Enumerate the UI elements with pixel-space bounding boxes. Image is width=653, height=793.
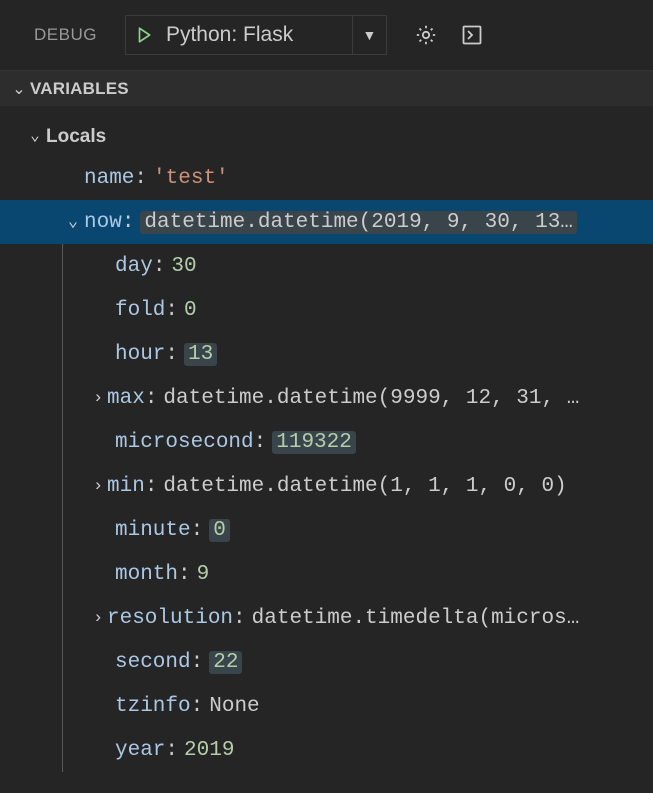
gear-icon[interactable]	[411, 20, 441, 50]
var-key: fold	[115, 300, 165, 321]
var-key: microsecond	[115, 432, 254, 453]
var-value: None	[209, 696, 259, 717]
var-value: 22	[209, 651, 242, 674]
var-key: day	[115, 256, 153, 277]
var-key: minute	[115, 520, 191, 541]
var-key: tzinfo	[115, 696, 191, 717]
var-value: datetime.datetime(9999, 12, 31, …	[163, 388, 579, 409]
var-value: 13	[184, 343, 217, 366]
variables-section-header[interactable]: ⌄ VARIABLES	[0, 70, 653, 106]
variable-row-max[interactable]: › max: datetime.datetime(9999, 12, 31, …	[0, 376, 653, 420]
variable-row-day[interactable]: › day: 30	[0, 244, 653, 288]
var-key: max	[107, 388, 145, 409]
var-value: 30	[171, 256, 196, 277]
var-key: second	[115, 652, 191, 673]
debug-config-name: Python: Flask	[162, 23, 352, 47]
variable-row-month[interactable]: › month: 9	[0, 552, 653, 596]
var-value: datetime.datetime(1, 1, 1, 0, 0)	[163, 476, 566, 497]
variable-row-year[interactable]: › year: 2019	[0, 728, 653, 772]
scope-locals-label: Locals	[46, 127, 106, 146]
chevron-down-icon: ⌄	[8, 79, 30, 99]
var-key: resolution	[107, 608, 233, 629]
toolbar-title: DEBUG	[34, 25, 97, 45]
var-value: 0	[209, 519, 230, 542]
variable-row-fold[interactable]: › fold: 0	[0, 288, 653, 332]
var-key: month	[115, 564, 178, 585]
variable-row-now[interactable]: ⌄ now: datetime.datetime(2019, 9, 30, 13…	[0, 200, 653, 244]
variable-row-hour[interactable]: › hour: 13	[0, 332, 653, 376]
variable-row-name[interactable]: › name: 'test'	[0, 156, 653, 200]
var-value: datetime.datetime(2019, 9, 30, 13…	[140, 211, 576, 234]
chevron-right-icon: ›	[93, 390, 103, 407]
debug-config-selector[interactable]: Python: Flask ▼	[125, 15, 387, 55]
debug-console-icon[interactable]	[457, 20, 487, 50]
chevron-right-icon: ›	[93, 478, 103, 495]
variables-section-label: VARIABLES	[30, 79, 129, 99]
variable-row-tzinfo[interactable]: › tzinfo: None	[0, 684, 653, 728]
variable-row-minute[interactable]: › minute: 0	[0, 508, 653, 552]
debug-toolbar: DEBUG Python: Flask ▼	[0, 0, 653, 70]
var-key: now	[84, 212, 122, 233]
toolbar-actions	[411, 20, 487, 50]
var-value: 'test'	[153, 168, 229, 189]
variable-row-microsecond[interactable]: › microsecond: 119322	[0, 420, 653, 464]
start-debug-button[interactable]	[126, 16, 162, 54]
var-value: 119322	[272, 431, 356, 454]
chevron-right-icon: ›	[93, 610, 103, 627]
var-key: name	[84, 168, 134, 189]
variables-tree: ⌄ Locals › name: 'test' ⌄ now: datetime.…	[0, 106, 653, 772]
var-value: 9	[197, 564, 210, 585]
chevron-down-icon: ⌄	[62, 214, 84, 231]
scope-locals-header[interactable]: ⌄ Locals	[0, 116, 653, 156]
config-dropdown-icon[interactable]: ▼	[352, 16, 386, 54]
variable-row-min[interactable]: › min: datetime.datetime(1, 1, 1, 0, 0)	[0, 464, 653, 508]
variable-row-resolution[interactable]: › resolution: datetime.timedelta(micros…	[0, 596, 653, 640]
var-value: datetime.timedelta(micros…	[252, 608, 580, 629]
var-key: year	[115, 740, 165, 761]
variable-row-second[interactable]: › second: 22	[0, 640, 653, 684]
chevron-down-icon: ⌄	[24, 128, 46, 144]
var-value: 2019	[184, 740, 234, 761]
var-value: 0	[184, 300, 197, 321]
var-key: hour	[115, 344, 165, 365]
var-key: min	[107, 476, 145, 497]
